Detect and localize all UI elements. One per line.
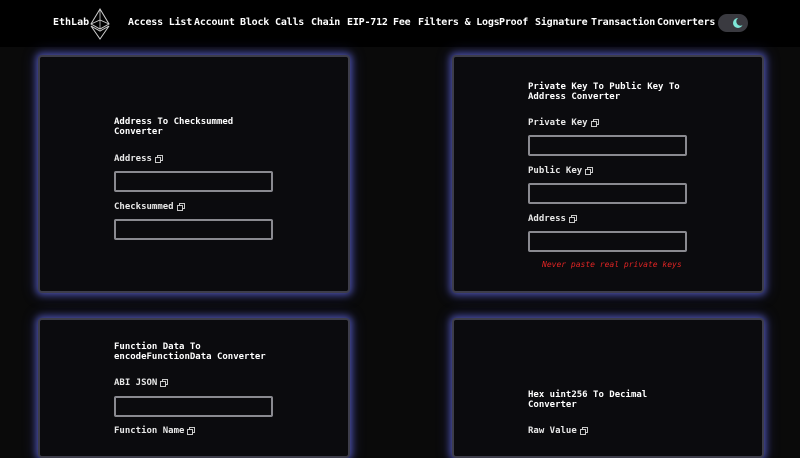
abi-json-label: ABI JSON xyxy=(114,378,169,388)
nav-item-calls[interactable]: Calls xyxy=(275,17,304,28)
private-key-warning: Never paste real private keys xyxy=(542,260,682,269)
top-nav-bar: EthLab Access List Account Block Calls C… xyxy=(0,0,800,47)
copy-icon[interactable] xyxy=(154,155,163,163)
card-title: Hex uint256 To Decimal Converter xyxy=(528,390,648,410)
copy-icon[interactable] xyxy=(590,119,599,127)
nav-item-access-list[interactable]: Access List xyxy=(128,17,192,28)
moon-icon xyxy=(733,17,744,28)
checksummed-label: Checksummed xyxy=(114,202,185,212)
nav-item-chain[interactable]: Chain xyxy=(311,17,340,28)
card-title: Address To Checksummed Converter xyxy=(114,117,234,137)
copy-icon[interactable] xyxy=(579,427,588,435)
theme-toggle[interactable] xyxy=(718,14,748,32)
hex-uint256-card: Hex uint256 To Decimal Converter Raw Val… xyxy=(452,318,764,458)
nav-item-proof[interactable]: Proof xyxy=(499,17,528,28)
raw-value-label: Raw Value xyxy=(528,426,588,436)
card-title: Private Key To Public Key To Address Con… xyxy=(528,82,680,102)
address-label: Address xyxy=(114,154,163,164)
nav-item-filters-logs[interactable]: Filters & Logs xyxy=(418,17,500,28)
card-title: Function Data To encodeFunctionData Conv… xyxy=(114,342,266,362)
nav-item-account[interactable]: Account xyxy=(194,17,235,28)
public-key-input[interactable] xyxy=(528,183,687,204)
copy-icon[interactable] xyxy=(568,215,577,223)
function-data-card: Function Data To encodeFunctionData Conv… xyxy=(38,318,350,458)
main-nav: Access List Account Block Calls Chain EI… xyxy=(0,17,800,31)
private-key-card: Private Key To Public Key To Address Con… xyxy=(452,55,764,293)
copy-icon[interactable] xyxy=(176,203,185,211)
function-name-label: Function Name xyxy=(114,426,196,436)
nav-item-signature[interactable]: Signature xyxy=(535,17,588,28)
private-key-label: Private Key xyxy=(528,118,599,128)
nav-item-transaction[interactable]: Transaction xyxy=(591,17,655,28)
copy-icon[interactable] xyxy=(585,167,594,175)
abi-json-input[interactable] xyxy=(114,396,273,417)
private-key-input[interactable] xyxy=(528,135,687,156)
address-label: Address xyxy=(528,214,577,224)
nav-item-converters[interactable]: Converters xyxy=(657,17,715,28)
nav-item-eip-712[interactable]: EIP-712 xyxy=(347,17,388,28)
address-checksum-card: Address To Checksummed Converter Address… xyxy=(38,55,350,293)
nav-item-fee[interactable]: Fee xyxy=(393,17,411,28)
public-key-label: Public Key xyxy=(528,166,594,176)
address-input[interactable] xyxy=(114,171,273,192)
copy-icon[interactable] xyxy=(160,379,169,387)
checksummed-input[interactable] xyxy=(114,219,273,240)
address-input[interactable] xyxy=(528,231,687,252)
copy-icon[interactable] xyxy=(187,427,196,435)
nav-item-block[interactable]: Block xyxy=(240,17,269,28)
